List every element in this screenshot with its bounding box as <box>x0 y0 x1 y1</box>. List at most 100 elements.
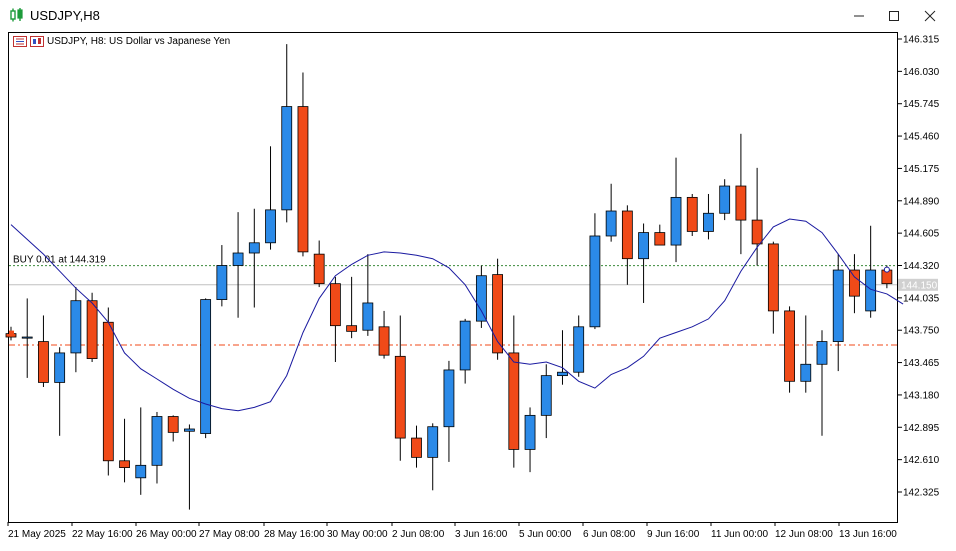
candle <box>719 179 731 221</box>
price-tick-label: 144.320 <box>903 261 940 272</box>
candle <box>346 276 358 339</box>
left-edge-marker <box>9 330 14 337</box>
price-tick-label: 145.175 <box>903 164 940 175</box>
bull-candle-body <box>540 375 552 416</box>
price-tick-label: 146.030 <box>903 67 940 78</box>
bear-candle-body <box>329 283 341 327</box>
current-price-tag: 144.150 <box>898 278 938 291</box>
candle <box>459 318 471 384</box>
candle <box>216 245 228 307</box>
candle <box>427 423 439 491</box>
time-tick-label: 27 May 08:00 <box>199 529 260 540</box>
price-tick-label: 144.035 <box>903 293 940 304</box>
candle <box>443 360 455 462</box>
candle <box>605 183 617 242</box>
time-axis: 21 May 2025 22 May 16:00 26 May 00:00 27 Ma… <box>7 522 897 540</box>
trade-panel-icon[interactable] <box>13 36 27 47</box>
candle <box>54 347 66 436</box>
bear-candle-body <box>346 325 358 332</box>
price-axis: 146.315 146.030 145.745 145.460 145.175 144.8… <box>898 35 940 499</box>
price-chart[interactable]: 146.315 146.030 145.745 145.460 145.175 144.8… <box>0 0 956 551</box>
bull-candle-body <box>70 300 82 354</box>
candle <box>313 240 325 288</box>
chart-window: USDJPY,H8 146.315 146.030 145.745 145.460 14… <box>0 0 956 551</box>
bull-candle-body <box>703 212 714 232</box>
time-tick-label: 11 Jun 00:00 <box>711 529 769 540</box>
candle <box>135 407 147 495</box>
candle <box>751 167 763 266</box>
candle <box>686 193 698 236</box>
bear-candle-body <box>119 460 130 468</box>
time-tick-label: 9 Jun 16:00 <box>647 529 700 540</box>
bear-candle-body <box>849 269 860 297</box>
bear-candle-body <box>767 243 779 312</box>
candle <box>849 254 860 314</box>
candle <box>557 330 568 385</box>
candle <box>184 424 195 510</box>
chart-header: USDJPY, H8: US Dollar vs Japanese Yen <box>13 36 230 47</box>
candle <box>670 157 682 263</box>
candle <box>297 72 309 257</box>
bull-candle-body <box>459 320 471 371</box>
bull-candle-body <box>281 106 293 211</box>
bear-candle-body <box>86 300 98 359</box>
bull-candle-body <box>589 235 601 328</box>
bear-candle-body <box>508 352 520 450</box>
candle <box>621 205 633 285</box>
candle <box>816 330 828 436</box>
candle <box>281 44 293 223</box>
bear-candle-body <box>378 326 390 356</box>
bear-candle-body <box>167 416 179 433</box>
bear-candle-body <box>38 341 49 383</box>
candle <box>362 254 374 336</box>
symbol-description: USDJPY, H8: US Dollar vs Japanese Yen <box>47 36 231 47</box>
price-tick-label: 142.325 <box>903 488 940 499</box>
candle <box>508 315 520 468</box>
time-tick-label: 28 May 16:00 <box>264 529 325 540</box>
price-tick-label: 146.315 <box>903 35 940 46</box>
bear-candle-body <box>411 437 422 458</box>
bull-candle-body <box>443 369 455 428</box>
candle <box>21 298 33 378</box>
price-tick-label: 143.180 <box>903 390 940 401</box>
bull-candle-body <box>557 371 568 377</box>
candle <box>329 276 341 363</box>
time-tick-label: 22 May 16:00 <box>72 529 133 540</box>
candle <box>411 425 422 468</box>
candle <box>378 310 390 359</box>
candle <box>232 212 244 318</box>
buy-order-label: BUY 0.01 at 144.319 <box>13 255 106 266</box>
chart-type-icon[interactable] <box>30 36 44 47</box>
bull-candle-body <box>832 269 844 342</box>
candle <box>38 315 49 387</box>
current-price-tag-label: 144.150 <box>901 280 938 291</box>
candle <box>200 298 212 439</box>
time-tick-label: 12 Jun 08:00 <box>775 529 833 540</box>
price-tick-label: 142.895 <box>903 423 940 434</box>
time-tick-label: 30 May 00:00 <box>327 529 388 540</box>
bull-candle-body <box>265 209 276 244</box>
time-tick-label: 6 Jun 08:00 <box>583 529 636 540</box>
bull-candle-body <box>21 336 33 339</box>
bear-candle-body <box>102 321 114 462</box>
bull-candle-body <box>816 341 828 365</box>
bear-candle-body <box>394 355 406 439</box>
price-tick-label: 143.750 <box>903 326 940 337</box>
bear-candle-body <box>751 219 763 245</box>
time-tick-label: 5 Jun 00:00 <box>519 529 572 540</box>
bull-candle-body <box>605 210 617 237</box>
candle <box>703 193 714 240</box>
bear-candle-body <box>621 210 633 260</box>
candle <box>492 258 504 360</box>
price-tick-label: 145.460 <box>903 132 940 143</box>
candle <box>119 418 130 483</box>
bear-candle-body <box>784 310 795 382</box>
price-tick-label: 143.465 <box>903 358 940 369</box>
bull-candle-body <box>524 414 536 450</box>
candle <box>654 224 666 246</box>
candle <box>767 241 779 334</box>
bull-candle-body <box>427 426 439 458</box>
candle <box>102 307 114 476</box>
candle <box>475 265 487 328</box>
candles <box>5 44 893 510</box>
